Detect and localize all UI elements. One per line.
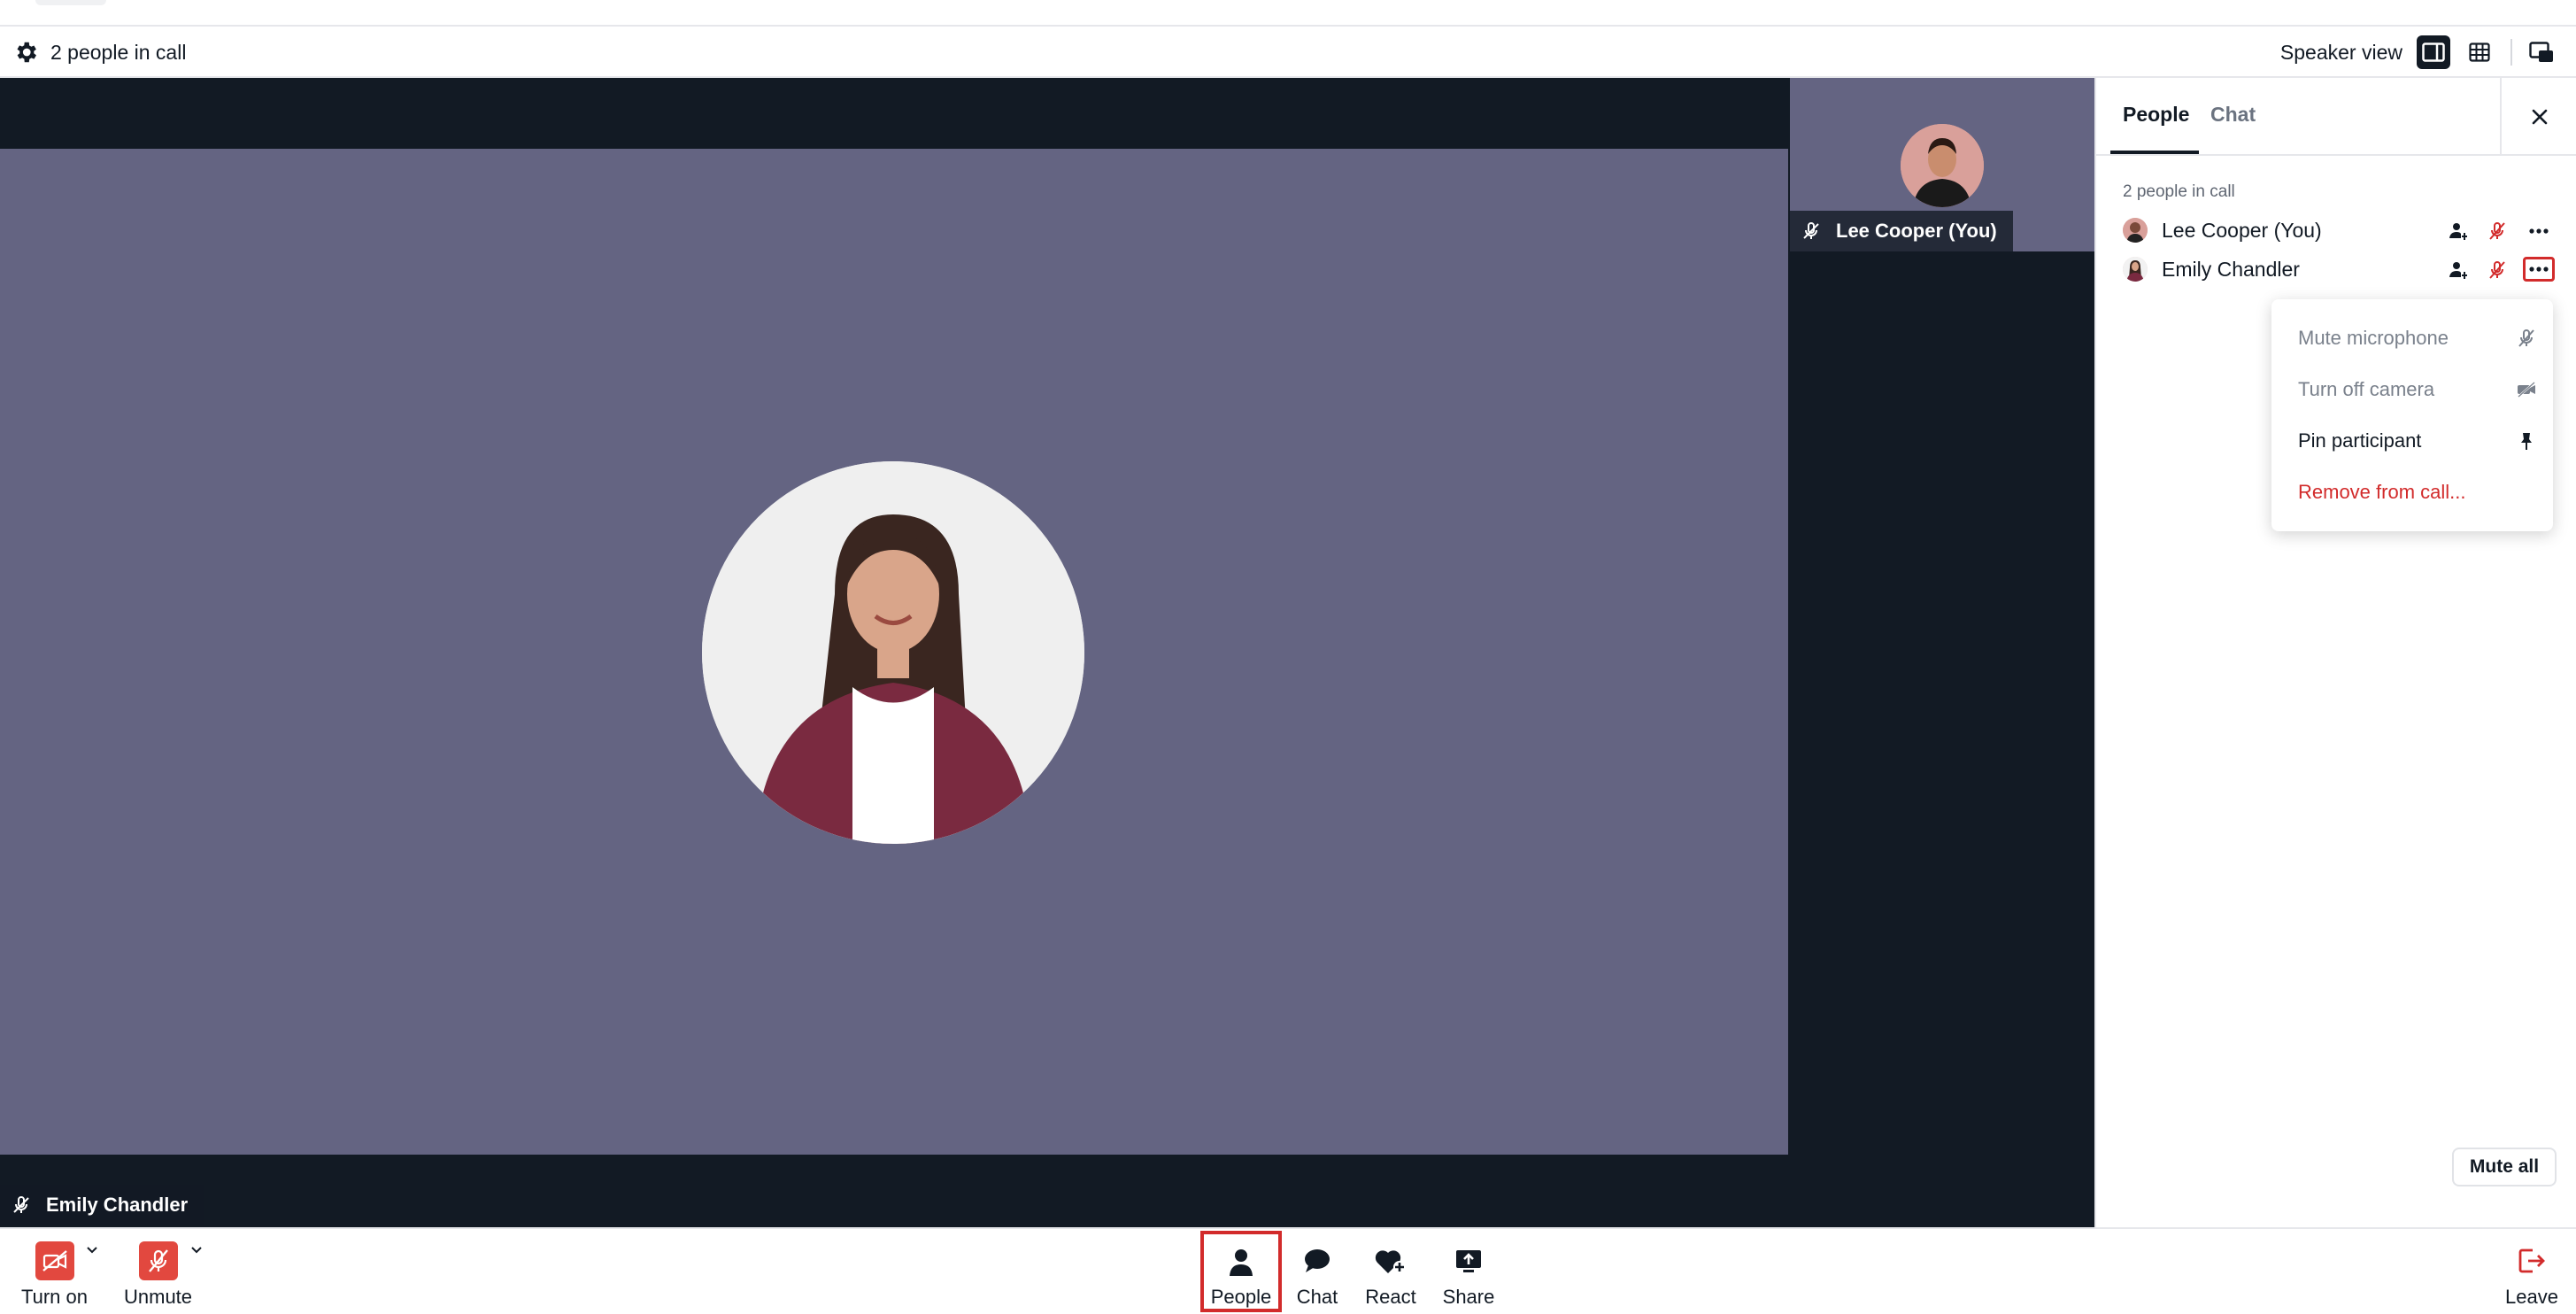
share-button[interactable]: Share bbox=[1439, 1229, 1498, 1314]
main-video-tile[interactable]: Emily Chandler bbox=[0, 149, 1788, 1225]
chat-bubble-icon bbox=[1305, 1249, 1330, 1272]
camera-off-icon bbox=[2518, 382, 2535, 398]
participant-name: Emily Chandler bbox=[2162, 258, 2300, 281]
grid-view-button[interactable] bbox=[2463, 35, 2496, 69]
mic-off-icon[interactable] bbox=[2486, 259, 2509, 282]
share-icon-wrap bbox=[1449, 1241, 1488, 1280]
ellipsis-icon bbox=[2529, 267, 2549, 272]
call-toolbar: Turn on Unmute People Chat React Share L… bbox=[0, 1227, 2576, 1314]
mic-off-icon bbox=[2518, 329, 2534, 347]
top-tab bbox=[35, 0, 106, 5]
share-screen-icon bbox=[1456, 1250, 1481, 1272]
leave-icon bbox=[2518, 1248, 2545, 1273]
picture-in-picture-button[interactable] bbox=[2525, 35, 2558, 69]
ellipsis-icon bbox=[2529, 228, 2549, 234]
view-mode-label: Speaker view bbox=[2279, 41, 2402, 64]
window-top-strip bbox=[0, 0, 2576, 27]
menu-item-remove-from-call[interactable]: Remove from call... bbox=[2298, 475, 2537, 510]
participant-options-menu: Mute microphone Turn off camera Pin part… bbox=[2271, 299, 2553, 531]
camera-off-icon bbox=[35, 1241, 74, 1280]
participant-row: Lee Cooper (You) bbox=[2123, 213, 2565, 248]
chat-button[interactable]: Chat bbox=[1292, 1229, 1342, 1314]
grid-layout-icon bbox=[2469, 43, 2490, 62]
view-separator bbox=[2510, 39, 2512, 66]
react-button[interactable]: React bbox=[1360, 1229, 1422, 1314]
mute-all-button[interactable]: Mute all bbox=[2452, 1148, 2557, 1186]
avatar bbox=[2123, 257, 2148, 282]
camera-label: Turn on bbox=[21, 1286, 89, 1308]
gear-icon[interactable] bbox=[12, 39, 39, 66]
mic-icon-wrap bbox=[138, 1241, 178, 1280]
chat-label: Chat bbox=[1296, 1286, 1338, 1308]
chevron-down-icon[interactable] bbox=[85, 1245, 99, 1256]
mic-off-icon bbox=[138, 1241, 178, 1280]
leave-icon-wrap bbox=[2512, 1241, 2551, 1280]
host-icon bbox=[2447, 220, 2470, 243]
leave-label: Leave bbox=[2505, 1286, 2558, 1308]
pin-icon bbox=[2521, 433, 2532, 450]
mic-off-icon bbox=[13, 1196, 29, 1213]
people-button[interactable]: People bbox=[1200, 1231, 1282, 1312]
self-video-tile[interactable]: Lee Cooper (You) bbox=[1790, 78, 2094, 251]
share-label: Share bbox=[1442, 1286, 1495, 1308]
menu-item-pin-participant[interactable]: Pin participant bbox=[2298, 423, 2537, 459]
participant-avatar bbox=[702, 461, 1084, 844]
main-participant-name: Emily Chandler bbox=[46, 1194, 189, 1216]
self-participant-badge: Lee Cooper (You) bbox=[1790, 211, 2013, 251]
participant-row: Emily Chandler bbox=[2123, 251, 2565, 287]
self-avatar bbox=[1901, 124, 1984, 207]
camera-toggle-button[interactable]: Turn on bbox=[21, 1229, 88, 1314]
mic-off-icon bbox=[1803, 222, 1819, 239]
menu-item-mute-microphone[interactable]: Mute microphone bbox=[2298, 321, 2537, 356]
close-icon bbox=[2532, 109, 2548, 125]
panel-header: People Chat bbox=[2096, 78, 2576, 156]
menu-item-label: Pin participant bbox=[2298, 429, 2422, 452]
speaker-layout-icon bbox=[2422, 43, 2445, 62]
host-icon bbox=[2447, 259, 2470, 282]
self-participant-name: Lee Cooper (You) bbox=[1836, 220, 1997, 242]
menu-item-turn-off-camera[interactable]: Turn off camera bbox=[2298, 372, 2537, 407]
more-options-button[interactable] bbox=[2523, 220, 2555, 243]
mic-label: Unmute bbox=[124, 1286, 193, 1308]
tab-people[interactable]: People bbox=[2123, 101, 2189, 128]
menu-item-label: Mute microphone bbox=[2298, 327, 2449, 349]
people-icon-wrap bbox=[1222, 1243, 1261, 1280]
camera-icon-wrap bbox=[35, 1241, 74, 1280]
leave-button[interactable]: Leave bbox=[2498, 1229, 2565, 1314]
tab-chat[interactable]: Chat bbox=[2210, 101, 2256, 128]
menu-item-label: Turn off camera bbox=[2298, 378, 2435, 400]
mic-off-icon[interactable] bbox=[2486, 220, 2509, 243]
main-participant-badge: Emily Chandler bbox=[0, 1185, 204, 1225]
person-icon bbox=[1230, 1249, 1253, 1276]
people-count: 2 people in call bbox=[50, 41, 187, 64]
people-panel: People Chat 2 people in call Lee Cooper … bbox=[2094, 78, 2576, 1227]
participant-name: Lee Cooper (You) bbox=[2162, 219, 2322, 242]
avatar-thumb bbox=[2123, 257, 2148, 282]
avatar bbox=[2123, 218, 2148, 243]
mic-toggle-button[interactable]: Unmute bbox=[124, 1229, 192, 1314]
self-avatar-portrait bbox=[1901, 124, 1984, 207]
chevron-down-icon[interactable] bbox=[189, 1245, 204, 1256]
react-label: React bbox=[1365, 1286, 1416, 1308]
chat-icon-wrap bbox=[1298, 1241, 1337, 1280]
active-tab-indicator bbox=[2110, 151, 2199, 154]
participant-count: 2 people in call bbox=[2123, 182, 2235, 201]
react-icon-wrap bbox=[1371, 1241, 1410, 1280]
avatar-thumb bbox=[2123, 218, 2148, 243]
close-panel-button[interactable] bbox=[2500, 78, 2576, 156]
video-stage: Emily Chandler Lee Cooper (You) bbox=[0, 78, 2094, 1227]
people-label: People bbox=[1210, 1286, 1272, 1308]
menu-item-label: Remove from call... bbox=[2298, 481, 2466, 503]
call-info-bar: 2 people in call Speaker view bbox=[0, 27, 2576, 78]
avatar-portrait bbox=[702, 461, 1084, 844]
heart-plus-icon bbox=[1375, 1250, 1406, 1273]
speaker-view-button[interactable] bbox=[2417, 35, 2450, 69]
more-options-button[interactable] bbox=[2523, 257, 2555, 282]
picture-in-picture-icon bbox=[2529, 42, 2553, 62]
